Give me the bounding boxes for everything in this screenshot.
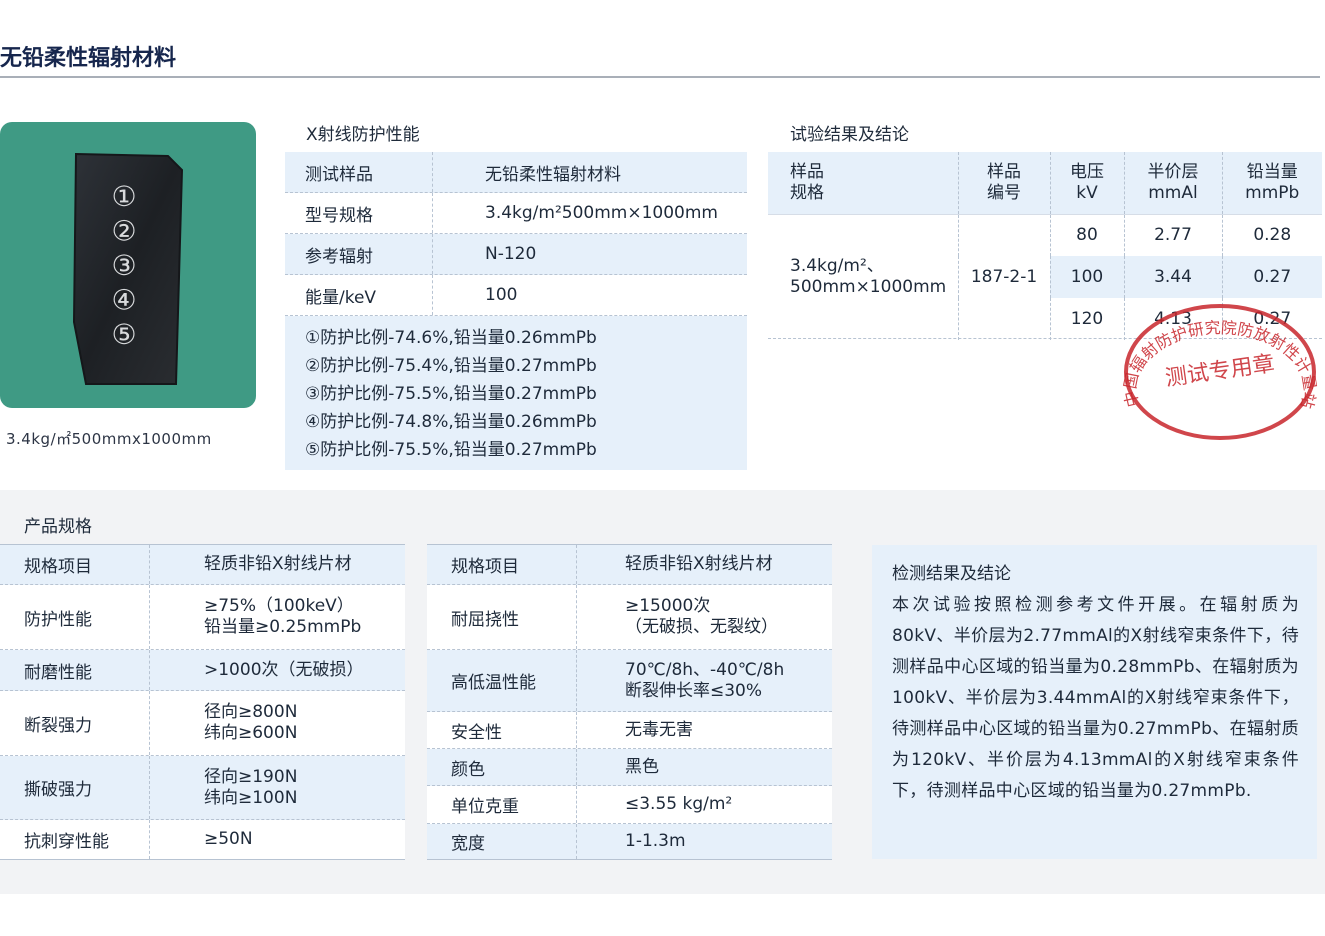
xray-results: ①防护比例-74.6%,铅当量0.26mmPb ②防护比例-75.4%,铅当量0… [285, 316, 747, 470]
spec-value: ≥75%（100keV） 铅当量≥0.25mmPb [204, 596, 362, 637]
spec-table-right: 规格项目 轻质非铅X射线片材 耐屈挠性 ≥15000次 （无破损、无裂纹） 高低温… [427, 544, 832, 860]
table-row: 抗刺穿性能 ≥50N [0, 820, 405, 860]
spec-key: 安全性 [427, 712, 577, 748]
test-header-row: 样品 规格 样品 编号 电压 kV 半价层 mmAl 铅当量 mmPb [768, 152, 1322, 215]
spec-heading: 产品规格 [24, 517, 92, 537]
test-sample-no-cell: 187-2-1 [958, 214, 1051, 340]
spec-value: 1-1.3m [625, 831, 686, 851]
header-spec: 样品 规格 [768, 152, 959, 215]
xray-row: 参考辐射 N-120 [285, 234, 747, 275]
spec-key: 高低温性能 [427, 650, 577, 711]
pb-cell: 0.28 [1253, 225, 1292, 246]
table-row: 防护性能 ≥75%（100keV） 铅当量≥0.25mmPb [0, 585, 405, 650]
xray-label: 测试样品 [285, 152, 433, 192]
spec-table-left: 规格项目 轻质非铅X射线片材 防护性能 ≥75%（100keV） 铅当量≥0.25… [0, 544, 405, 860]
spec-key: 耐屈挠性 [427, 585, 577, 649]
table-row: 宽度 1-1.3m [427, 824, 832, 860]
table-row: 撕破强力 径向≥190N 纬向≥100N [0, 756, 405, 820]
conclusion-title: 检测结果及结论 [892, 564, 1011, 584]
sample-marker-1: ① [111, 180, 136, 213]
conclusion-body: 本次试验按照检测参考文件开展。在辐射质为80kV、半价层为2.77mmAl的X射… [892, 595, 1299, 801]
spec-key: 抗刺穿性能 [0, 820, 150, 859]
page-title: 无铅柔性辐射材料 [0, 46, 177, 71]
spec-value: 无毒无害 [625, 719, 693, 740]
spec-key: 断裂强力 [0, 691, 150, 755]
xray-result-item: ②防护比例-75.4%,铅当量0.27mmPb [305, 356, 597, 376]
spec-value: 径向≥190N 纬向≥100N [204, 766, 298, 808]
test-heading: 试验结果及结论 [790, 125, 909, 145]
spec-header-row: 规格项目 轻质非铅X射线片材 [427, 544, 832, 585]
table-row: 3.4kg/m²、 500mm×1000mm 187-2-1 80 2.77 0.… [768, 214, 1322, 340]
kv-cell: 80 [1050, 214, 1125, 256]
spec-key: 单位克重 [427, 786, 577, 823]
spec-key: 撕破强力 [0, 756, 150, 819]
header-hvl: 半价层 mmAl [1124, 152, 1223, 215]
table-row: 高低温性能 70℃/8h、-40℃/8h 断裂伸长率≤30% [427, 650, 832, 712]
test-seal-stamp: 中国辐射防护研究院防放射性计量站 测试专用章 [1120, 292, 1320, 442]
hvl-cell: 2.77 [1124, 214, 1223, 256]
spec-value: 黑色 [625, 756, 659, 777]
sample-caption: 3.4kg/㎡500mmx1000mm [6, 430, 212, 448]
table-row: 安全性 无毒无害 [427, 712, 832, 749]
xray-table: 测试样品 无铅柔性辐射材料 型号规格 3.4kg/m²500mm×1000mm … [285, 152, 747, 470]
header-lead-eq: 铅当量 mmPb [1222, 152, 1322, 215]
sample-marker-2: ② [111, 215, 136, 248]
spec-key: 颜色 [427, 749, 577, 785]
spec-value: 轻质非铅X射线片材 [625, 554, 773, 574]
kv-cell: 120 [1050, 298, 1125, 340]
title-divider [0, 76, 1320, 78]
table-row: 耐屈挠性 ≥15000次 （无破损、无裂纹） [427, 585, 832, 650]
xray-label: 能量/keV [285, 275, 433, 315]
table-row: 耐磨性能 >1000次（无破损） [0, 650, 405, 691]
sample-marker-3: ③ [111, 249, 136, 282]
xray-value: N-120 [485, 244, 537, 264]
xray-label: 型号规格 [285, 193, 433, 233]
xray-result-item: ①防护比例-74.6%,铅当量0.26mmPb [305, 328, 597, 348]
xray-row: 型号规格 3.4kg/m²500mm×1000mm [285, 193, 747, 234]
header-sample-no: 样品 编号 [958, 152, 1051, 215]
spec-value: >1000次（无破损） [204, 659, 364, 680]
conclusion-box: 检测结果及结论 本次试验按照检测参考文件开展。在辐射质为80kV、半价层为2.7… [872, 545, 1317, 859]
spec-value: 轻质非铅X射线片材 [204, 554, 352, 574]
xray-heading: X射线防护性能 [306, 125, 420, 145]
spec-value: 70℃/8h、-40℃/8h 断裂伸长率≤30% [625, 659, 785, 701]
xray-row: 能量/keV 100 [285, 275, 747, 316]
spec-key: 宽度 [427, 824, 577, 859]
kv-cell: 100 [1050, 256, 1125, 298]
spec-value: ≥50N [204, 829, 253, 849]
table-row: 断裂强力 径向≥800N 纬向≥600N [0, 691, 405, 756]
sample-marker-4: ④ [111, 284, 136, 317]
header-voltage: 电压 kV [1050, 152, 1125, 215]
stamp-center-text: 测试专用章 [1164, 351, 1276, 391]
spec-key: 防护性能 [0, 585, 150, 649]
xray-value: 无铅柔性辐射材料 [485, 164, 621, 185]
spec-key: 耐磨性能 [0, 650, 150, 690]
spec-value: 径向≥800N 纬向≥600N [204, 702, 298, 743]
table-row: 颜色 黑色 [427, 749, 832, 786]
xray-result-item: ④防护比例-74.8%,铅当量0.26mmPb [305, 412, 597, 432]
xray-result-item: ③防护比例-75.5%,铅当量0.27mmPb [305, 384, 597, 404]
xray-result-item: ⑤防护比例-75.5%,铅当量0.27mmPb [305, 440, 597, 460]
sample-photo: ①②③④⑤ [0, 122, 256, 408]
spec-key: 规格项目 [0, 545, 150, 584]
spec-key: 规格项目 [427, 545, 577, 584]
xray-label: 参考辐射 [285, 234, 433, 274]
spec-header-row: 规格项目 轻质非铅X射线片材 [0, 544, 405, 585]
xray-row: 测试样品 无铅柔性辐射材料 [285, 152, 747, 193]
spec-value: ≥15000次 （无破损、无裂纹） [625, 596, 778, 637]
table-row: 单位克重 ≤3.55 kg/m² [427, 786, 832, 824]
xray-value: 100 [485, 285, 518, 305]
xray-value: 3.4kg/m²500mm×1000mm [485, 203, 718, 223]
sample-marker-5: ⑤ [111, 318, 136, 351]
spec-value: ≤3.55 kg/m² [625, 794, 733, 814]
test-spec-cell: 3.4kg/m²、 500mm×1000mm [768, 214, 959, 340]
